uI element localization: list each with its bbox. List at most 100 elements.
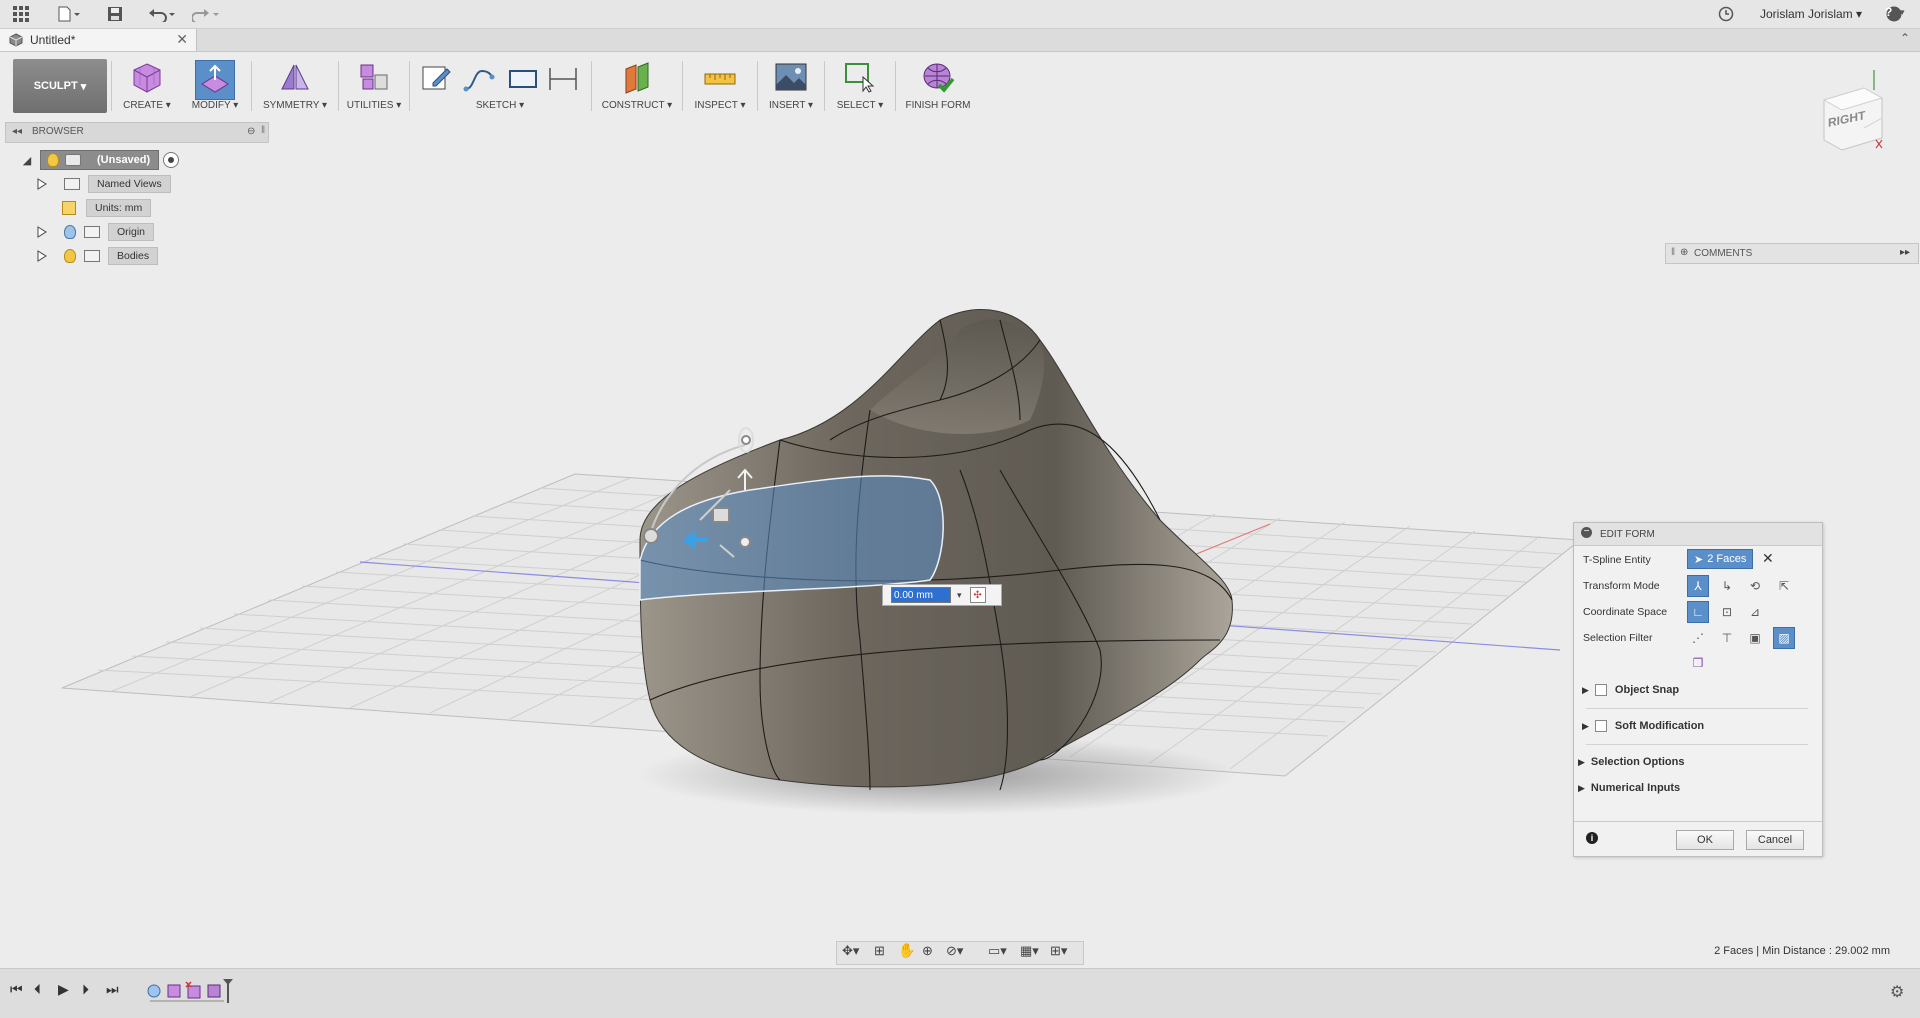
finish-form-button[interactable]: FINISH FORM <box>899 55 977 117</box>
utilities-icon <box>360 64 388 90</box>
world-space-icon[interactable]: ∟ <box>1687 601 1709 623</box>
look-at-icon[interactable]: ⊞ <box>874 943 885 959</box>
user-name: Jorislam Jorislam <box>1760 7 1853 21</box>
document-cube-icon <box>9 33 23 47</box>
manipulator-axis-icon[interactable]: ✣ <box>969 587 986 603</box>
select-label: SELECT <box>836 100 876 111</box>
navigation-bar: ✥▾ ⊞ ✋ ⊕ ⊘▾ ▭▾ ▦▾ ⊞▾ <box>836 941 1084 965</box>
create-menu[interactable]: CREATE ▾ <box>115 55 179 117</box>
workspace-switcher[interactable]: SCULPT ▾ <box>13 59 107 113</box>
info-icon[interactable]: i <box>1586 832 1598 844</box>
timeline-settings-gear-icon[interactable]: ⚙ <box>1890 982 1904 1002</box>
zoom-window-icon[interactable]: ⊘▾ <box>946 943 963 959</box>
play-icon[interactable]: ▶ <box>58 981 69 998</box>
modify-menu[interactable]: MODIFY ▾ <box>183 55 247 117</box>
pan-hand-icon[interactable]: ✋ <box>898 942 915 959</box>
soft-modification-row[interactable]: ▶ Soft Modification <box>1582 720 1704 732</box>
inspect-label: INSPECT <box>694 100 738 111</box>
zoom-icon[interactable]: ⊕ <box>922 943 933 959</box>
undo-icon[interactable] <box>146 4 178 24</box>
edit-form-dialog: − EDIT FORM T-Spline Entity ➤ 2 Faces ✕ … <box>1573 522 1823 857</box>
distance-dropdown-icon[interactable]: ▾ <box>957 590 962 601</box>
utilities-label: UTILITIES <box>346 100 394 111</box>
help-menu[interactable]: ? ▾ <box>1878 4 1910 24</box>
apps-grid-icon[interactable] <box>10 4 32 24</box>
all-filter-icon[interactable]: ▨ <box>1773 627 1795 649</box>
translate-mode-icon[interactable]: ↳ <box>1716 575 1738 597</box>
expand-arrow-icon[interactable]: ▶ <box>1578 757 1585 768</box>
object-snap-row[interactable]: ▶ Object Snap <box>1582 684 1679 696</box>
cancel-button[interactable]: Cancel <box>1746 830 1804 850</box>
distance-input[interactable] <box>891 587 951 603</box>
timeline-features[interactable] <box>144 979 244 1005</box>
face-filter-icon[interactable]: ▣ <box>1744 627 1766 649</box>
construct-menu[interactable]: CONSTRUCT ▾ <box>595 55 679 117</box>
view-space-icon[interactable]: ⊡ <box>1716 601 1738 623</box>
rectangle-icon <box>509 70 537 88</box>
vertex-filter-icon[interactable]: ⋰ <box>1687 627 1709 649</box>
tspline-entity-label: T-Spline Entity <box>1583 554 1651 566</box>
job-status-clock-icon[interactable] <box>1715 4 1737 24</box>
step-forward-icon[interactable]: ⏵ <box>82 981 89 998</box>
viewports-icon[interactable]: ⊞▾ <box>1050 943 1067 959</box>
measure-ruler-icon <box>704 73 736 85</box>
coordinate-space-label: Coordinate Space <box>1583 606 1668 618</box>
orbit-icon[interactable]: ✥▾ <box>842 943 859 959</box>
file-menu-icon[interactable] <box>54 4 84 24</box>
tspline-entity-value: 2 Faces <box>1707 553 1747 565</box>
workspace-label: SCULPT <box>33 80 78 92</box>
document-tab[interactable]: Untitled* ✕ <box>0 29 197 51</box>
local-space-icon[interactable]: ⊿ <box>1744 601 1766 623</box>
toolbar: SCULPT ▾ CREATE ▾ MODIFY ▾ SYMMETRY ▾ UT… <box>5 55 981 117</box>
user-menu[interactable]: Jorislam Jorislam ▾ <box>1760 7 1862 21</box>
construct-label: CONSTRUCT <box>601 100 665 111</box>
tspline-entity-selector[interactable]: ➤ 2 Faces <box>1687 549 1753 569</box>
status-text: 2 Faces | Min Distance : 29.002 mm <box>1714 945 1890 957</box>
spline-icon <box>463 69 495 92</box>
utilities-menu[interactable]: UTILITIES ▾ <box>342 55 406 117</box>
select-menu[interactable]: SELECT ▾ <box>828 55 892 117</box>
create-label: CREATE <box>123 100 163 111</box>
collapse-ribbon-icon[interactable]: ⌃ <box>1900 31 1910 45</box>
finish-form-icon <box>923 63 955 93</box>
document-tab-title: Untitled* <box>30 33 76 47</box>
symmetry-menu[interactable]: SYMMETRY ▾ <box>255 55 335 117</box>
expand-arrow-icon[interactable]: ▶ <box>1582 721 1589 732</box>
close-tab-icon[interactable]: ✕ <box>176 31 188 48</box>
ok-button[interactable]: OK <box>1676 830 1734 850</box>
sketch-menu[interactable]: SKETCH ▾ <box>413 55 587 117</box>
rotate-mode-icon[interactable]: ⟲ <box>1744 575 1766 597</box>
symmetry-label: SYMMETRY <box>262 100 320 111</box>
create-sketch-icon <box>422 66 451 90</box>
display-settings-icon[interactable]: ▭▾ <box>988 943 1007 959</box>
selection-options-row[interactable]: ▶ Selection Options <box>1578 756 1684 768</box>
soft-modification-checkbox[interactable] <box>1594 720 1607 732</box>
save-icon[interactable] <box>104 4 126 24</box>
expand-arrow-icon[interactable]: ▶ <box>1582 685 1589 696</box>
multi-transform-icon[interactable]: ⅄ <box>1687 575 1709 597</box>
scale-mode-icon[interactable]: ⇱ <box>1773 575 1795 597</box>
insert-label: INSERT <box>768 100 806 111</box>
edge-filter-icon[interactable]: ⊤ <box>1716 627 1738 649</box>
insert-menu[interactable]: INSERT ▾ <box>761 55 821 117</box>
numerical-inputs-row[interactable]: ▶ Numerical Inputs <box>1578 782 1680 794</box>
select-window-icon <box>845 63 875 93</box>
go-to-start-icon[interactable]: ⏮ <box>10 981 23 998</box>
symmetry-icon <box>281 64 309 90</box>
edit-form-title: EDIT FORM <box>1600 529 1655 540</box>
step-back-icon[interactable]: ⏴ <box>34 981 41 998</box>
inspect-menu[interactable]: INSPECT ▾ <box>686 55 754 117</box>
collapse-dialog-icon[interactable]: − <box>1581 527 1592 538</box>
grid-settings-icon[interactable]: ▦▾ <box>1020 943 1039 959</box>
body-filter-icon[interactable]: ❒ <box>1687 652 1709 674</box>
go-to-end-icon[interactable]: ⏭ <box>106 981 119 998</box>
distance-input-widget: ▾ ✣ <box>882 584 1002 606</box>
modify-label: MODIFY <box>191 100 231 111</box>
transform-mode-label: Transform Mode <box>1583 580 1660 592</box>
redo-icon[interactable] <box>190 4 222 24</box>
object-snap-checkbox[interactable] <box>1594 684 1607 696</box>
object-snap-label: Object Snap <box>1614 684 1680 696</box>
expand-arrow-icon[interactable]: ▶ <box>1578 783 1585 794</box>
edit-form-header[interactable]: − EDIT FORM <box>1574 523 1822 546</box>
clear-selection-icon[interactable]: ✕ <box>1762 550 1774 567</box>
